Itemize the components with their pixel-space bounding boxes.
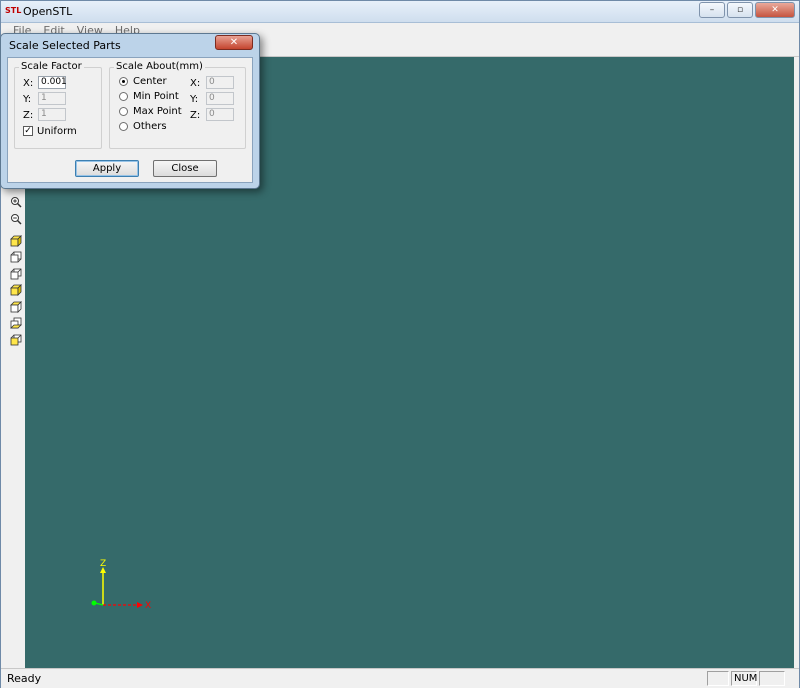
maximize-button[interactable]: ▫ [727, 2, 753, 18]
cube-left-view-icon[interactable] [9, 267, 23, 281]
x-axis-label: X [145, 601, 151, 611]
dialog-title-bar[interactable]: Scale Selected Parts ✕ [1, 34, 259, 56]
scale-factor-group: Scale Factor X: 0.001 Y: 1 Z: 1 ✓ Unifor… [14, 61, 102, 149]
factor-z-input[interactable]: 1 [38, 108, 66, 121]
radio-center[interactable] [119, 77, 128, 86]
cube-right-view-icon[interactable] [9, 283, 23, 297]
about-z-label: Z: [190, 110, 201, 121]
status-pane-scroll [759, 671, 785, 686]
radio-others-label: Others [133, 121, 167, 132]
dialog-body: Scale Factor X: 0.001 Y: 1 Z: 1 ✓ Unifor… [7, 57, 253, 183]
radio-min-point-label: Min Point [133, 91, 179, 102]
factor-x-input[interactable]: 0.001 [38, 76, 67, 89]
status-num: NUM [731, 671, 757, 686]
factor-z-label: Z: [23, 110, 34, 121]
factor-y-input[interactable]: 1 [38, 92, 66, 105]
scale-about-legend: Scale About(mm) [114, 61, 205, 72]
minimize-button[interactable]: – [699, 2, 725, 18]
radio-max-point-label: Max Point [133, 106, 182, 117]
radio-center-label: Center [133, 76, 167, 87]
app-logo: STL [5, 6, 22, 15]
window-title: OpenSTL [23, 5, 73, 18]
apply-button[interactable]: Apply [75, 160, 139, 177]
window-controls: – ▫ ✕ [699, 2, 795, 18]
dialog-close-button[interactable]: ✕ [215, 35, 253, 50]
cube-iso-view-icon[interactable] [9, 333, 23, 347]
cube-top-view-icon[interactable] [9, 300, 23, 314]
cube-bottom-view-icon[interactable] [9, 316, 23, 330]
zoom-out-icon[interactable] [9, 212, 23, 226]
about-y-label: Y: [190, 94, 199, 105]
radio-max-point[interactable] [119, 107, 128, 116]
scale-factor-legend: Scale Factor [19, 61, 84, 72]
status-bar: Ready NUM [1, 668, 799, 688]
radio-others[interactable] [119, 122, 128, 131]
scale-dialog: Scale Selected Parts ✕ Scale Factor X: 0… [0, 33, 260, 189]
about-z-input[interactable]: 0 [206, 108, 234, 121]
z-axis-label: Z [100, 559, 106, 569]
factor-y-label: Y: [23, 94, 32, 105]
about-x-input[interactable]: 0 [206, 76, 234, 89]
about-y-input[interactable]: 0 [206, 92, 234, 105]
about-x-label: X: [190, 78, 201, 89]
title-bar[interactable]: STL OpenSTL – ▫ ✕ [1, 1, 799, 23]
dialog-title: Scale Selected Parts [9, 39, 121, 52]
radio-min-point[interactable] [119, 92, 128, 101]
cube-back-view-icon[interactable] [9, 250, 23, 264]
status-pane-empty [707, 671, 729, 686]
zoom-in-icon[interactable] [9, 195, 23, 209]
scale-about-group: Scale About(mm) Center Min Point Max Poi… [109, 61, 246, 149]
factor-x-label: X: [23, 78, 34, 89]
close-button[interactable]: Close [153, 160, 217, 177]
status-text: Ready [7, 672, 42, 685]
uniform-checkbox[interactable]: ✓ [23, 126, 33, 136]
close-window-button[interactable]: ✕ [755, 2, 795, 18]
uniform-label: Uniform [37, 126, 77, 137]
side-toolbar [7, 191, 25, 661]
cube-front-view-icon[interactable] [9, 234, 23, 248]
axis-indicator: Z X [91, 559, 151, 611]
